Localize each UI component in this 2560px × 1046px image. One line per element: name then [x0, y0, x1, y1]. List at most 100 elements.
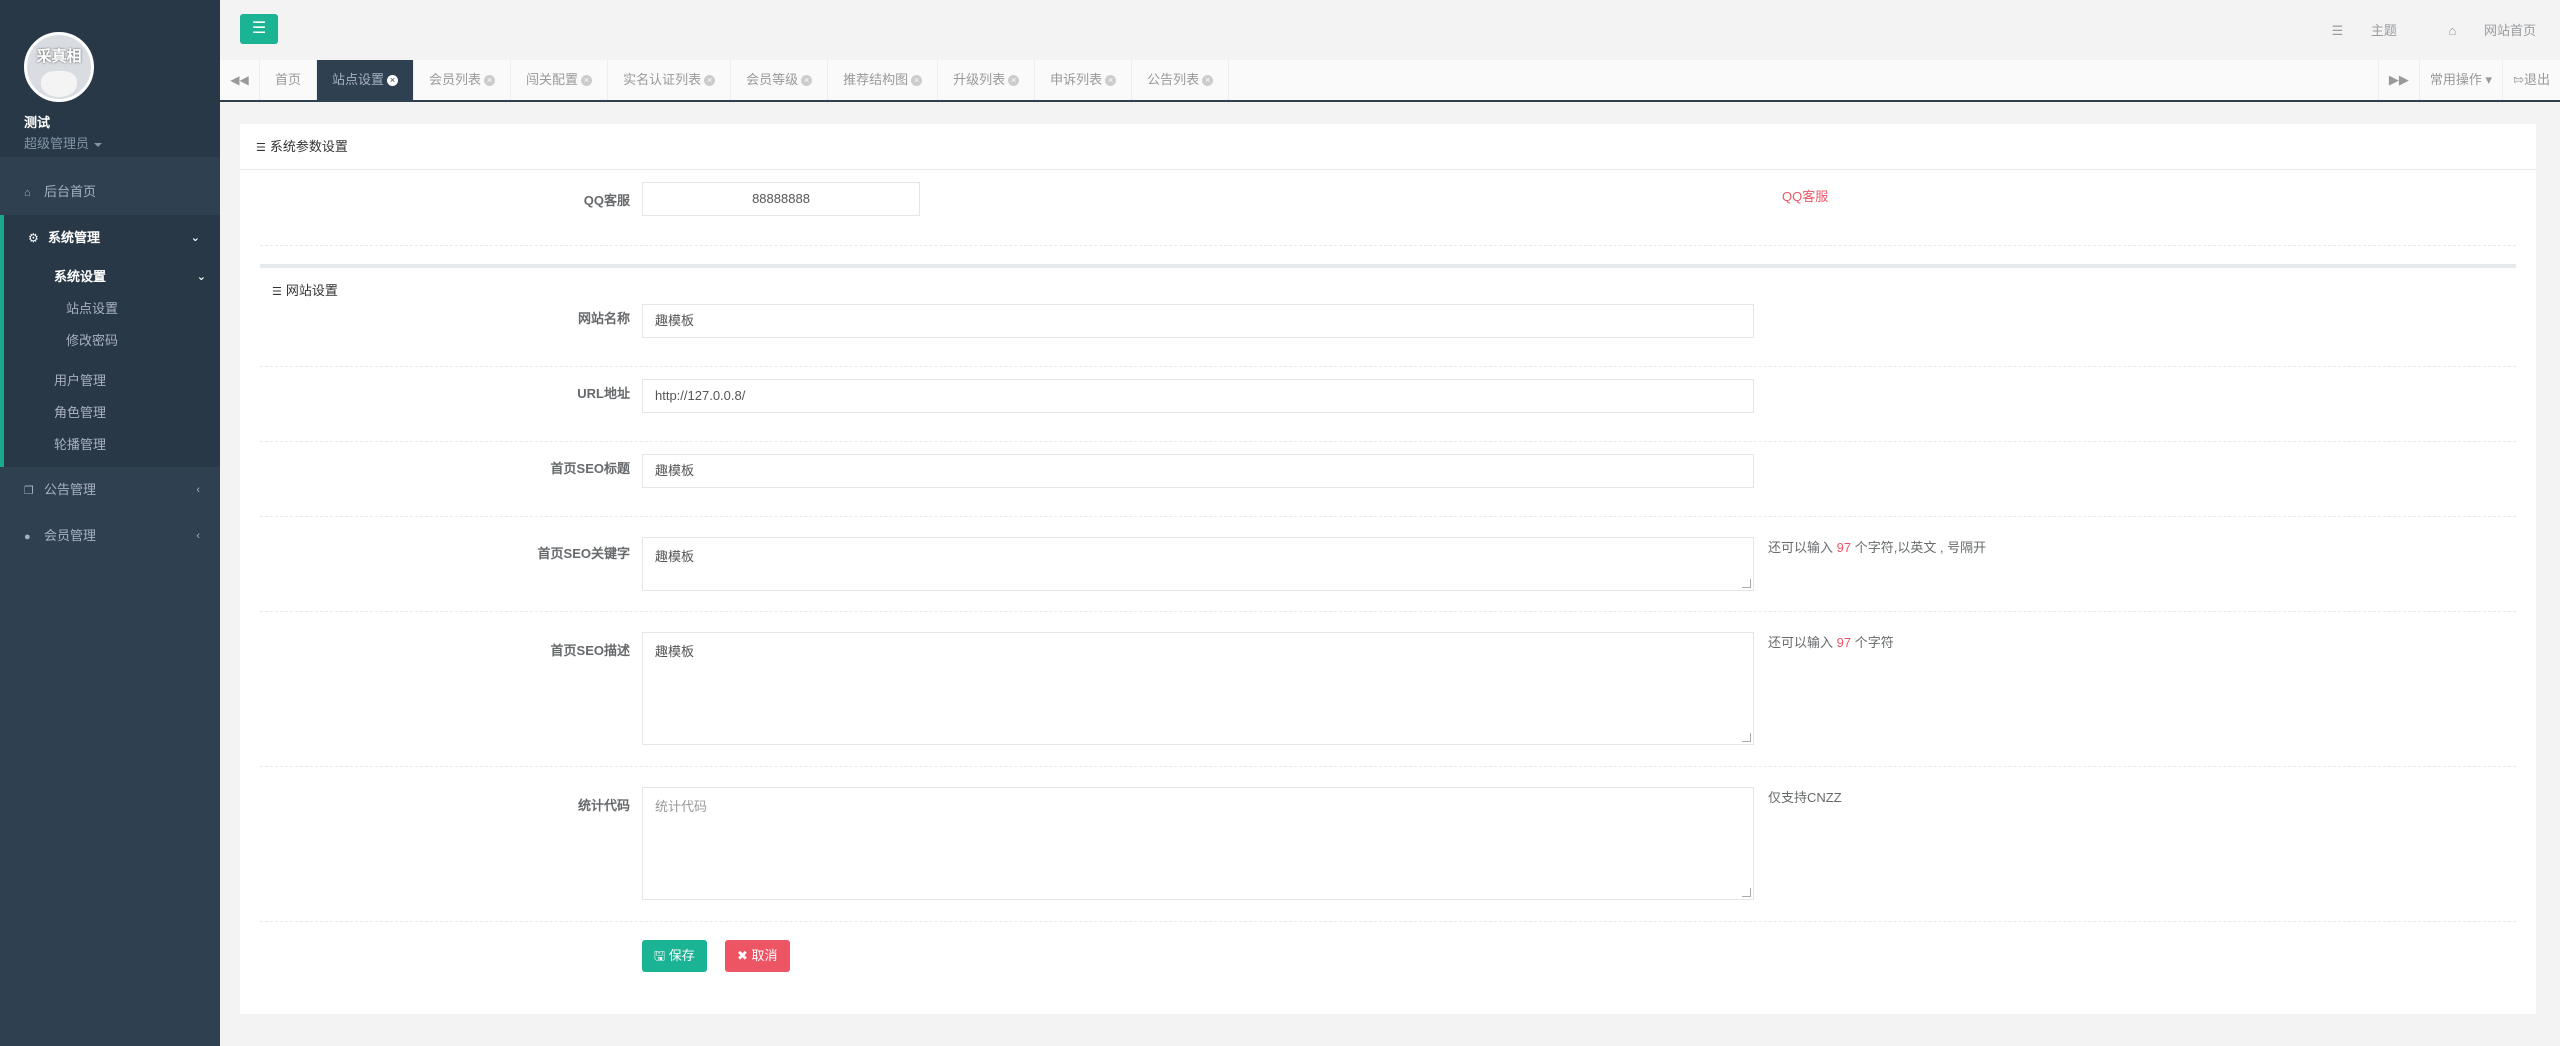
site-home-link[interactable]: ⌂ 网站首页	[2425, 23, 2537, 38]
url-input[interactable]: http://127.0.0.8/	[642, 379, 1754, 413]
sidebar-item-home[interactable]: ⌂ 后台首页	[0, 169, 220, 215]
sidebar-item-members[interactable]: ● 会员管理 ‹	[0, 513, 220, 559]
site-name-input[interactable]: 趣模板	[642, 304, 1754, 338]
close-icon[interactable]: ×	[484, 75, 496, 87]
tab-upgrade-list[interactable]: 升级列表 ×	[938, 60, 1036, 100]
close-icon[interactable]: ×	[801, 75, 813, 87]
sidebar-group-system: ⚙ 系统管理 ⌄ 系统设置 ⌄ 站点设置 修改密码 用户管理 角色管理 轮播管理	[0, 215, 220, 467]
seo-desc-value: 趣模板	[655, 644, 695, 659]
user-role: 超级管理员	[24, 136, 90, 151]
save-button[interactable]: 🖫 保存	[642, 940, 707, 972]
tabs-scroll-right-button[interactable]: ▶▶	[2377, 60, 2419, 100]
help-text: 还可以输入	[1768, 540, 1834, 555]
gear-icon: ⚙	[28, 231, 39, 245]
qq-input[interactable]: 88888888	[642, 182, 920, 216]
tab-referral-tree[interactable]: 推荐结构图 ×	[828, 60, 939, 100]
tab-right-actions: ▶▶ 常用操作 ▾ ⇰退出	[2377, 60, 2560, 100]
chevron-down-icon: ⌄	[190, 232, 200, 244]
sidebar-item-change-password[interactable]: 修改密码	[4, 325, 220, 357]
sidebar-item-notices[interactable]: ❐ 公告管理 ‹	[0, 467, 220, 513]
sidebar-item-site-settings[interactable]: 站点设置	[4, 293, 220, 325]
seo-desc-label: 首页SEO描述	[550, 643, 630, 658]
close-icon[interactable]: ×	[1105, 75, 1117, 87]
tab-label: 会员等级	[746, 72, 799, 87]
caret-down-icon: ▾	[2485, 72, 2493, 87]
seo-desc-control: 趣模板	[642, 632, 1754, 745]
tab-notice-list[interactable]: 公告列表 ×	[1132, 60, 1230, 100]
tab-label: 升级列表	[953, 72, 1006, 87]
cancel-button[interactable]: ✖ 取消	[725, 940, 790, 972]
sidebar-item-carousel[interactable]: 轮播管理	[4, 429, 220, 461]
stat-code-control: 统计代码	[642, 787, 1754, 900]
seo-desc-textarea[interactable]: 趣模板	[642, 632, 1754, 745]
backward-icon: ◀◀	[230, 73, 249, 87]
sidebar-item-label: 会员管理	[44, 528, 97, 543]
sidebar-item-label: 系统管理	[48, 230, 101, 245]
close-icon[interactable]: ×	[704, 75, 716, 87]
tab-level-config[interactable]: 闯关配置 ×	[511, 60, 609, 100]
qq-help: QQ客服	[1782, 189, 1829, 204]
stat-code-textarea[interactable]: 统计代码	[642, 787, 1754, 900]
seo-title-label: 首页SEO标题	[550, 461, 630, 476]
close-icon[interactable]: ×	[1008, 75, 1020, 87]
tab-label: 申诉列表	[1050, 72, 1103, 87]
seo-keywords-row: 首页SEO关键字 趣模板 还可以输入 97 个字符,以英文 , 号隔开	[260, 517, 2516, 612]
hamburger-icon: ☰	[251, 20, 267, 37]
tab-label: 推荐结构图	[843, 72, 909, 87]
common-ops-label: 常用操作	[2429, 72, 2482, 87]
seo-keywords-textarea[interactable]: 趣模板	[642, 537, 1754, 591]
seo-title-row: 首页SEO标题 趣模板	[260, 442, 2516, 517]
top-right-links: ☰ 主题 ⌂ 网站首页	[2284, 20, 2536, 39]
close-icon[interactable]: ×	[581, 75, 593, 87]
site-name-row: 网站名称 趣模板	[260, 292, 2516, 367]
sidebar-item-label: 公告管理	[44, 482, 97, 497]
avatar[interactable]: 采真相	[24, 32, 94, 102]
username: 测试	[24, 115, 51, 130]
top-header: ☰ ☰ 主题 ⌂ 网站首页	[220, 0, 2560, 60]
tab-member-level[interactable]: 会员等级 ×	[731, 60, 829, 100]
tab-label: 实名认证列表	[623, 72, 702, 87]
tab-home[interactable]: 首页	[260, 60, 318, 100]
qq-row: QQ客服 88888888 QQ客服	[260, 170, 2516, 246]
tab-verification-list[interactable]: 实名认证列表 ×	[608, 60, 732, 100]
save-icon: 🖫	[654, 948, 666, 963]
close-icon[interactable]: ×	[1202, 75, 1214, 87]
settings-panel: ☰ 系统参数设置 QQ客服 88888888 QQ客服 ☰ 网站设置 网站名称 趣模…	[240, 124, 2536, 1014]
chevron-left-icon: ‹	[196, 484, 200, 496]
sidebar-item-roles[interactable]: 角色管理	[4, 397, 220, 429]
tabs-bar: ◀◀ 首页 站点设置 × 会员列表 × 闯关配置 × 实名认证列表 × 会员等级 × 推荐…	[220, 60, 2560, 102]
save-label: 保存	[668, 948, 695, 963]
sidebar-item-system[interactable]: ⚙ 系统管理 ⌄	[4, 215, 220, 261]
tab-appeal-list[interactable]: 申诉列表 ×	[1035, 60, 1133, 100]
sidebar-item-settings[interactable]: 系统设置 ⌄	[4, 261, 220, 293]
seo-title-input[interactable]: 趣模板	[642, 454, 1754, 488]
tab-label: 闯关配置	[526, 72, 579, 87]
qq-label: QQ客服	[583, 193, 630, 208]
home-icon: ⌂	[24, 187, 31, 199]
menu-toggle-button[interactable]: ☰	[240, 14, 278, 44]
tabs-scroll-left-button[interactable]: ◀◀	[220, 60, 260, 100]
sidebar-item-label: 修改密码	[66, 333, 119, 348]
avatar-text: 采真相	[36, 48, 82, 65]
help-text: 个字符	[1854, 635, 1894, 650]
sidebar-item-users[interactable]: 用户管理	[4, 365, 220, 397]
seo-keywords-label: 首页SEO关键字	[537, 546, 630, 561]
sidebar-item-label: 系统设置	[54, 269, 107, 284]
close-icon[interactable]: ×	[387, 75, 399, 87]
sidebar-item-label: 角色管理	[54, 405, 107, 420]
common-ops-dropdown[interactable]: 常用操作 ▾	[2418, 60, 2502, 100]
theme-link[interactable]: ☰ 主题	[2308, 23, 2397, 38]
tab-label: 首页	[275, 72, 302, 87]
tab-site-settings[interactable]: 站点设置 ×	[317, 60, 415, 100]
logout-button[interactable]: ⇰退出	[2502, 60, 2560, 100]
tab-label: 站点设置	[332, 72, 385, 87]
logout-icon: ⇰	[2513, 72, 2524, 87]
stat-code-row: 统计代码 统计代码 仅支持CNZZ	[260, 767, 2516, 922]
avatar-face	[41, 71, 77, 97]
tab-label: 会员列表	[429, 72, 482, 87]
user-role-dropdown[interactable]: 超级管理员	[24, 133, 220, 152]
stat-code-label: 统计代码	[577, 798, 630, 813]
tab-member-list[interactable]: 会员列表 ×	[414, 60, 512, 100]
close-icon[interactable]: ×	[911, 75, 923, 87]
sidebar-item-label: 用户管理	[54, 373, 107, 388]
